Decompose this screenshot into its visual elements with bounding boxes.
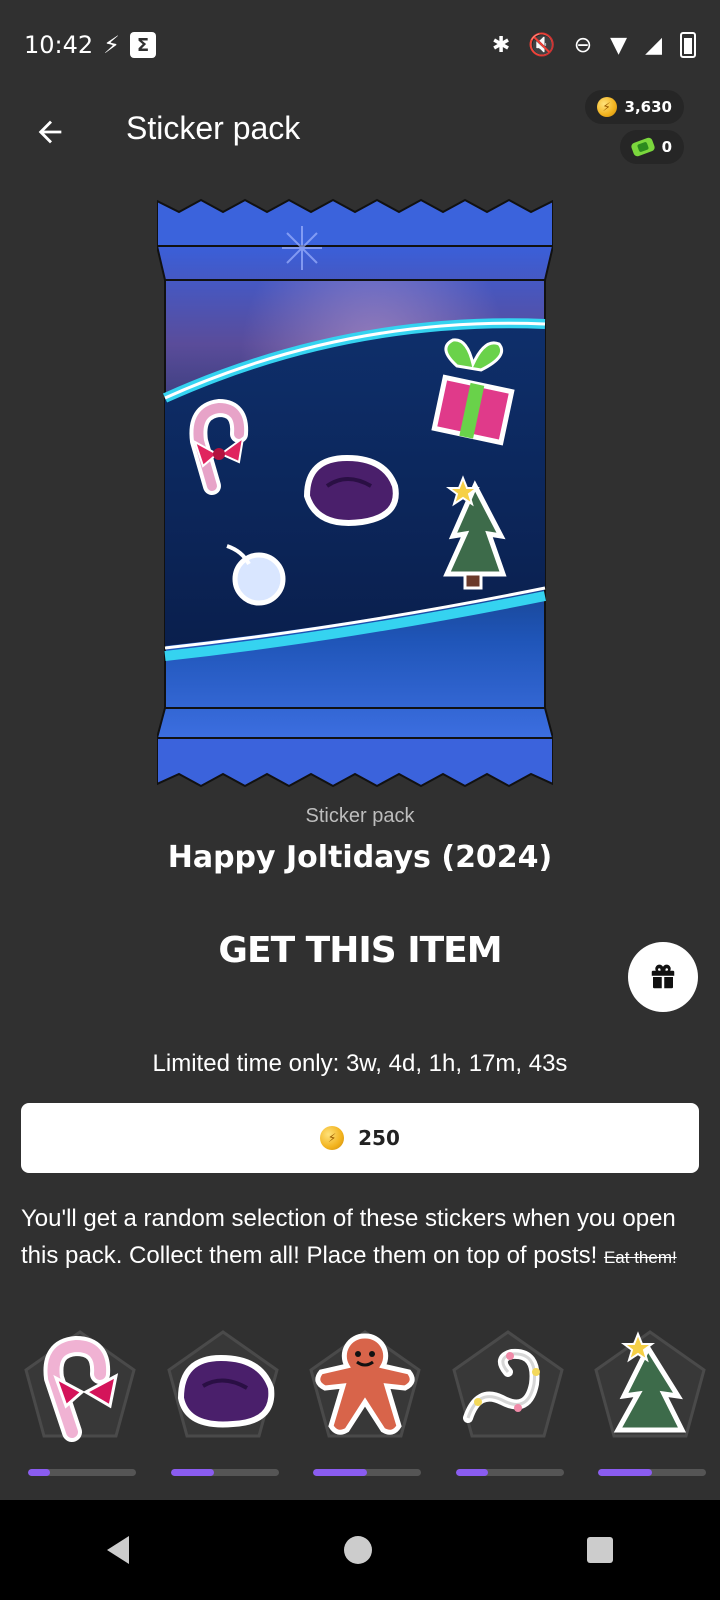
- sticker-collection: [20, 1328, 710, 1478]
- sticker-progress: [598, 1469, 706, 1476]
- back-button[interactable]: [28, 110, 72, 154]
- nav-back-icon[interactable]: [107, 1536, 130, 1564]
- coin-icon: ⚡: [320, 1126, 345, 1150]
- gem-balance[interactable]: 0: [619, 130, 684, 164]
- nav-home-icon[interactable]: [343, 1536, 372, 1564]
- app-header: Sticker pack ⚡ 3,630 0: [0, 90, 720, 180]
- gem-icon: [629, 136, 656, 158]
- dnd-icon: ⊖: [573, 32, 593, 58]
- pack-description: You'll get a random selection of these s…: [21, 1200, 711, 1276]
- sticker-progress: [313, 1469, 421, 1476]
- gem-balance-value: 0: [661, 138, 672, 156]
- coin-balance[interactable]: ⚡ 3,630: [584, 90, 684, 124]
- sigma-icon: Σ: [130, 32, 157, 58]
- mute-icon: 🔇: [528, 32, 556, 58]
- status-time: 10:42: [24, 31, 94, 59]
- gift-icon: [651, 964, 675, 989]
- status-bar: 10:42 ⚡ Σ ✱ 🔇 ⊖ ▼ ◢: [0, 0, 720, 90]
- signal-icon: ◢: [645, 32, 662, 58]
- sticker-coal[interactable]: [163, 1328, 283, 1478]
- battery-icon: [680, 32, 696, 58]
- price-value: 250: [358, 1126, 400, 1150]
- sticker-lights[interactable]: [448, 1328, 568, 1478]
- description-struck-text: Eat them!: [603, 1248, 677, 1267]
- buy-button[interactable]: ⚡ 250: [21, 1103, 699, 1173]
- sticker-gingerbread[interactable]: [305, 1328, 425, 1478]
- sticker-candy-cane[interactable]: [20, 1328, 140, 1478]
- status-right: ✱ 🔇 ⊖ ▼ ◢: [492, 32, 696, 58]
- sticker-progress: [455, 1469, 564, 1476]
- arrow-left-icon: [38, 120, 62, 144]
- status-left: 10:42 ⚡ Σ: [24, 31, 157, 59]
- gift-button[interactable]: [628, 942, 698, 1012]
- nav-recents-icon[interactable]: [586, 1537, 613, 1563]
- coin-balance-value: 3,630: [624, 98, 672, 116]
- limited-time-text: Limited time only: 3w, 4d, 1h, 17m, 43s: [152, 1050, 568, 1077]
- description-text: You'll get a random selection of these s…: [21, 1205, 676, 1269]
- page-title: Sticker pack: [126, 110, 301, 146]
- sticker-progress: [170, 1469, 279, 1476]
- sticker-progress: [28, 1469, 136, 1476]
- bolt-icon: ⚡: [103, 31, 121, 59]
- wifi-icon: ▼: [610, 32, 628, 58]
- get-item-heading: GET THIS ITEM: [218, 930, 502, 971]
- pack-type-label: Sticker pack: [305, 805, 415, 827]
- sticker-tree[interactable]: [590, 1328, 710, 1478]
- bluetooth-icon: ✱: [491, 32, 511, 58]
- pack-name: Happy Joltidays (2024): [167, 840, 553, 875]
- system-nav-bar: [0, 1500, 720, 1600]
- sticker-pack-image: [155, 196, 555, 790]
- coin-icon: ⚡: [596, 97, 617, 117]
